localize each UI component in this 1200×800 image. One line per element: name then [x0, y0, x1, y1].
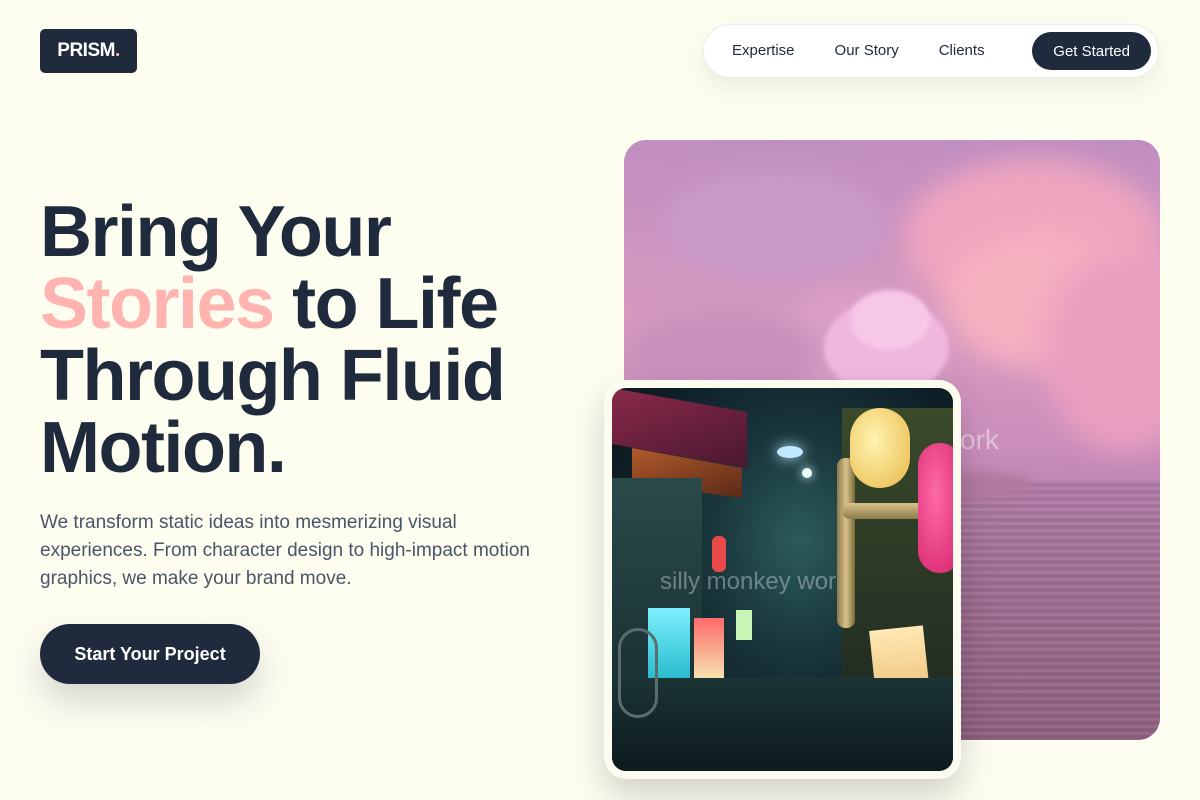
- nav-link-clients[interactable]: Clients: [919, 33, 1005, 69]
- hero-title-accent: Stories: [40, 264, 275, 344]
- lantern-pink: [918, 443, 953, 573]
- nav-link-expertise[interactable]: Expertise: [712, 33, 815, 69]
- bicycle: [618, 628, 658, 718]
- hero-title: Bring Your Stories to Life Through Fluid…: [40, 196, 600, 484]
- sign-red: [694, 618, 724, 680]
- hero-title-line-2: Stories to Life: [40, 268, 600, 340]
- hero-subtitle: We transform static ideas into mesmerizi…: [40, 512, 531, 589]
- hero-title-line-4: Motion.: [40, 408, 287, 488]
- get-started-button[interactable]: Get Started: [1032, 32, 1151, 70]
- start-project-button[interactable]: Start Your Project: [40, 624, 260, 684]
- image-watermark: ork: [960, 424, 999, 455]
- nav-link-our-story[interactable]: Our Story: [815, 33, 919, 69]
- brand-dot: .: [114, 40, 120, 61]
- brand-logo[interactable]: PRISM.: [40, 29, 137, 73]
- brand-name: PRISM: [57, 40, 115, 61]
- blossom-tree: [850, 290, 930, 350]
- hero-title-line-1: Bring Your: [40, 192, 392, 272]
- top-nav: Expertise Our Story Clients Get Started: [703, 24, 1159, 78]
- hero-image-frame: silly monkey wor: [604, 380, 961, 779]
- hero-title-line-2-rest: to Life: [273, 264, 499, 344]
- image-watermark: silly monkey wor: [660, 568, 837, 595]
- page: PRISM. Expertise Our Story Clients Get S…: [0, 0, 1200, 800]
- light-fixture: [777, 446, 803, 458]
- hero-image-neon-alley: silly monkey wor: [612, 388, 953, 771]
- light-fixture: [802, 468, 812, 478]
- cloud-shape: [664, 170, 884, 280]
- sign-green: [736, 610, 752, 640]
- street: [612, 678, 953, 771]
- pipe: [837, 458, 855, 628]
- lantern-yellow: [850, 408, 910, 488]
- hero-title-line-3: Through Fluid: [40, 336, 506, 416]
- lantern-red: [712, 536, 726, 572]
